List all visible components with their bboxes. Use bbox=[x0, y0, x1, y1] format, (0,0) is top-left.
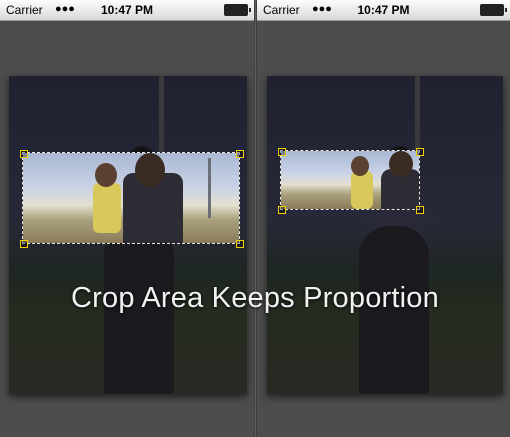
status-time: 10:47 PM bbox=[100, 3, 154, 17]
crop-area[interactable] bbox=[280, 150, 420, 210]
crop-child bbox=[351, 171, 373, 209]
crop-handle-top-right[interactable] bbox=[236, 150, 244, 158]
status-bar: Carrier ●●● 10:47 PM bbox=[0, 0, 254, 21]
crop-child bbox=[93, 183, 121, 233]
caption-overlay: Crop Area Keeps Proportion bbox=[71, 282, 439, 314]
crop-handle-bottom-right[interactable] bbox=[416, 206, 424, 214]
right-screen: Carrier ●●● 10:47 PM bbox=[257, 0, 510, 437]
battery-icon bbox=[224, 4, 251, 16]
crop-handle-top-right[interactable] bbox=[416, 148, 424, 156]
crop-handle-bottom-left[interactable] bbox=[20, 240, 28, 248]
crop-handle-bottom-left[interactable] bbox=[278, 206, 286, 214]
left-screen: Carrier ●●● 10:47 PM bbox=[0, 0, 254, 437]
status-time: 10:47 PM bbox=[357, 3, 410, 17]
lamp-pole bbox=[159, 76, 164, 156]
crop-lamp bbox=[208, 158, 211, 218]
crop-person-head bbox=[135, 153, 165, 187]
crop-handle-top-left[interactable] bbox=[278, 148, 286, 156]
crop-handle-top-left[interactable] bbox=[20, 150, 28, 158]
lamp-pole bbox=[415, 76, 420, 156]
battery-icon bbox=[480, 4, 507, 16]
crop-child-head bbox=[351, 156, 369, 176]
crop-area[interactable] bbox=[22, 152, 240, 244]
crop-child-head bbox=[95, 163, 117, 187]
photo-canvas[interactable] bbox=[267, 76, 503, 394]
crop-person-head bbox=[389, 151, 413, 177]
crop-handle-bottom-right[interactable] bbox=[236, 240, 244, 248]
photo-canvas[interactable] bbox=[9, 76, 247, 394]
status-bar: Carrier ●●● 10:47 PM bbox=[257, 0, 510, 21]
